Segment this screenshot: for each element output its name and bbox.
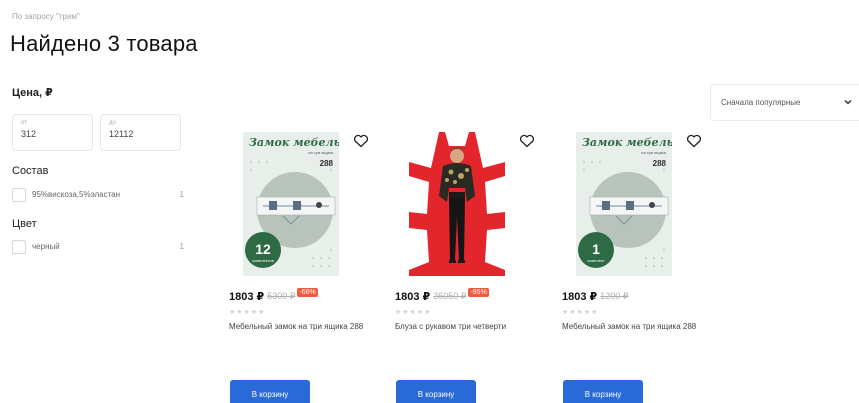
color-filter-heading: Цвет (12, 218, 37, 230)
product-price: 1803 ₽ (229, 291, 265, 303)
product-image-title: Замок мебельный (582, 136, 672, 149)
price-filter-heading: Цена, ₽ (12, 87, 53, 99)
product-image-code: 288 (320, 159, 334, 168)
product-price-line: 1803 ₽ 1200 ₽ (562, 290, 628, 303)
heart-icon[interactable] (519, 134, 535, 148)
chevron-down-icon (844, 100, 852, 105)
product-price: 1803 ₽ (395, 291, 431, 303)
discount-badge: -95% (468, 288, 489, 297)
price-to-field[interactable]: до 12112 (100, 114, 181, 151)
product-old-price: 1200 ₽ (600, 291, 629, 301)
product-name[interactable]: Блуза с рукавом три четверти (395, 322, 535, 332)
color-option-count: 1 (179, 242, 184, 251)
sort-selected-value: Сначала популярные (721, 98, 801, 107)
color-option-label: черный (32, 242, 60, 251)
product-badge-text: комплектов (252, 258, 273, 263)
add-to-cart-button[interactable]: В корзину (396, 380, 476, 403)
product-old-price: 5300 ₽ (267, 291, 296, 301)
product-image-code: 288 (653, 159, 667, 168)
sort-select[interactable]: Сначала популярные (710, 84, 859, 121)
product-name[interactable]: Мебельный замок на три ящика 288 (562, 322, 702, 332)
heart-icon[interactable] (686, 134, 702, 148)
product-name[interactable]: Мебельный замок на три ящика 288 (229, 322, 369, 332)
product-image[interactable] (409, 132, 505, 276)
color-option[interactable]: черный 1 (12, 239, 184, 254)
color-checkbox[interactable] (12, 239, 26, 254)
product-old-price: 36050 ₽ (433, 291, 467, 301)
product-card[interactable]: Замок мебельный на три ящика 288 12 комп… (229, 132, 389, 403)
product-card[interactable]: 1803 ₽ 36050 ₽ -95% ★★★★★ Блуза с рукаво… (395, 132, 555, 403)
product-price-line: 1803 ₽ 36050 ₽ -95% (395, 288, 489, 303)
price-from-field[interactable]: от 312 (12, 114, 93, 151)
heart-icon[interactable] (353, 134, 369, 148)
price-from-value[interactable]: 312 (21, 128, 84, 140)
product-badge-number: 12 (255, 241, 271, 257)
price-from-label: от (21, 120, 27, 126)
discount-badge: -66% (297, 288, 318, 297)
product-badge-text: комплект (587, 258, 604, 263)
composition-checkbox[interactable] (12, 187, 26, 202)
rating-stars: ★★★★★ (395, 309, 432, 316)
add-to-cart-button[interactable]: В корзину (230, 380, 310, 403)
product-price-line: 1803 ₽ 5300 ₽ -66% (229, 288, 318, 303)
price-to-value[interactable]: 12112 (109, 128, 172, 140)
product-image[interactable]: Замок мебельный на три ящика 288 1 компл… (576, 132, 672, 276)
product-image-title: Замок мебельный (249, 136, 339, 149)
rating-stars: ★★★★★ (229, 309, 266, 316)
product-image-subtitle: на три ящика (641, 150, 666, 155)
rating-stars: ★★★★★ (562, 309, 599, 316)
product-price: 1803 ₽ (562, 291, 598, 303)
composition-filter-heading: Состав (12, 165, 49, 177)
price-to-label: до (109, 120, 116, 126)
product-badge-number: 1 (592, 241, 600, 257)
composition-option[interactable]: 95%вискоза,5%эластан 1 (12, 187, 184, 202)
add-to-cart-button[interactable]: В корзину (563, 380, 643, 403)
search-query-label: По запросу "трим" (12, 12, 80, 21)
product-image[interactable]: Замок мебельный на три ящика 288 12 комп… (243, 132, 339, 276)
composition-option-label: 95%вискоза,5%эластан (32, 190, 121, 199)
composition-option-count: 1 (179, 190, 184, 199)
product-image-subtitle: на три ящика (308, 150, 333, 155)
product-card[interactable]: Замок мебельный на три ящика 288 1 компл… (562, 132, 722, 403)
page-title: Найдено 3 товара (10, 31, 198, 56)
